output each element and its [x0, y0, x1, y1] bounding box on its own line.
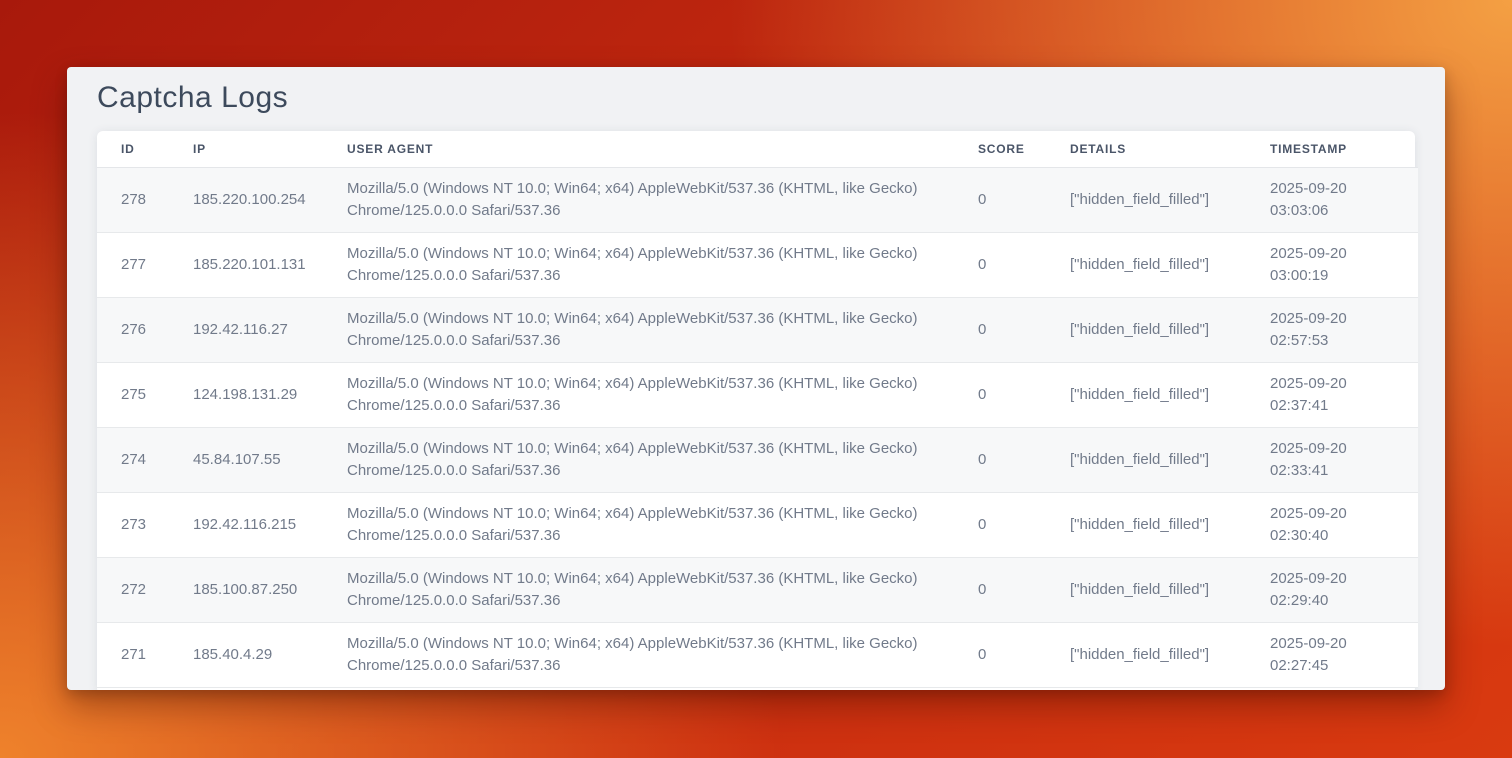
cell-id: 277: [97, 232, 169, 297]
cell-ip: 185.220.101.131: [169, 232, 323, 297]
column-header-user-agent: USER AGENT: [323, 131, 954, 167]
captcha-logs-table: ID IP USER AGENT SCORE DETAILS TIMESTAMP…: [97, 131, 1418, 688]
cell-ip: 45.84.107.55: [169, 427, 323, 492]
cell-user-agent: Mozilla/5.0 (Windows NT 10.0; Win64; x64…: [323, 427, 954, 492]
cell-ip: 192.42.116.215: [169, 492, 323, 557]
page-title: Captcha Logs: [97, 79, 1415, 117]
cell-details: ["hidden_field_filled"]: [1046, 427, 1246, 492]
cell-ip: 185.100.87.250: [169, 557, 323, 622]
cell-timestamp: 2025-09-20 03:00:19: [1246, 232, 1418, 297]
table-row: 277 185.220.101.131 Mozilla/5.0 (Windows…: [97, 232, 1418, 297]
cell-score: 0: [954, 167, 1046, 232]
cell-score: 0: [954, 427, 1046, 492]
cell-details: ["hidden_field_filled"]: [1046, 297, 1246, 362]
table-row: 278 185.220.100.254 Mozilla/5.0 (Windows…: [97, 167, 1418, 232]
cell-details: ["hidden_field_filled"]: [1046, 492, 1246, 557]
table-row: 274 45.84.107.55 Mozilla/5.0 (Windows NT…: [97, 427, 1418, 492]
cell-id: 275: [97, 362, 169, 427]
cell-timestamp: 2025-09-20 02:29:40: [1246, 557, 1418, 622]
cell-user-agent: Mozilla/5.0 (Windows NT 10.0; Win64; x64…: [323, 492, 954, 557]
table-row: 271 185.40.4.29 Mozilla/5.0 (Windows NT …: [97, 622, 1418, 687]
column-header-id: ID: [97, 131, 169, 167]
cell-id: 274: [97, 427, 169, 492]
cell-details: ["hidden_field_filled"]: [1046, 362, 1246, 427]
cell-timestamp: 2025-09-20 02:30:40: [1246, 492, 1418, 557]
cell-ip: 124.198.131.29: [169, 362, 323, 427]
cell-id: 271: [97, 622, 169, 687]
cell-user-agent: Mozilla/5.0 (Windows NT 10.0; Win64; x64…: [323, 362, 954, 427]
cell-details: ["hidden_field_filled"]: [1046, 232, 1246, 297]
cell-score: 0: [954, 362, 1046, 427]
cell-timestamp: 2025-09-20 02:37:41: [1246, 362, 1418, 427]
cell-user-agent: Mozilla/5.0 (Windows NT 10.0; Win64; x64…: [323, 557, 954, 622]
captcha-logs-table-container: ID IP USER AGENT SCORE DETAILS TIMESTAMP…: [97, 131, 1415, 690]
column-header-timestamp: TIMESTAMP: [1246, 131, 1418, 167]
cell-timestamp: 2025-09-20 02:33:41: [1246, 427, 1418, 492]
cell-user-agent: Mozilla/5.0 (Windows NT 10.0; Win64; x64…: [323, 622, 954, 687]
cell-ip: 185.220.100.254: [169, 167, 323, 232]
cell-id: 272: [97, 557, 169, 622]
table-row: 272 185.100.87.250 Mozilla/5.0 (Windows …: [97, 557, 1418, 622]
cell-id: 276: [97, 297, 169, 362]
table-row: 275 124.198.131.29 Mozilla/5.0 (Windows …: [97, 362, 1418, 427]
table-row: 276 192.42.116.27 Mozilla/5.0 (Windows N…: [97, 297, 1418, 362]
cell-details: ["hidden_field_filled"]: [1046, 167, 1246, 232]
cell-score: 0: [954, 297, 1046, 362]
cell-timestamp: 2025-09-20 02:27:45: [1246, 622, 1418, 687]
column-header-details: DETAILS: [1046, 131, 1246, 167]
cell-user-agent: Mozilla/5.0 (Windows NT 10.0; Win64; x64…: [323, 297, 954, 362]
cell-user-agent: Mozilla/5.0 (Windows NT 10.0; Win64; x64…: [323, 232, 954, 297]
cell-id: 273: [97, 492, 169, 557]
cell-details: ["hidden_field_filled"]: [1046, 622, 1246, 687]
cell-score: 0: [954, 232, 1046, 297]
column-header-score: SCORE: [954, 131, 1046, 167]
column-header-ip: IP: [169, 131, 323, 167]
cell-details: ["hidden_field_filled"]: [1046, 557, 1246, 622]
captcha-logs-card: Captcha Logs ID IP USER AGENT SCORE DETA…: [67, 67, 1445, 690]
cell-timestamp: 2025-09-20 03:03:06: [1246, 167, 1418, 232]
cell-ip: 185.40.4.29: [169, 622, 323, 687]
cell-score: 0: [954, 622, 1046, 687]
table-header-row: ID IP USER AGENT SCORE DETAILS TIMESTAMP: [97, 131, 1418, 167]
table-row: 273 192.42.116.215 Mozilla/5.0 (Windows …: [97, 492, 1418, 557]
cell-score: 0: [954, 557, 1046, 622]
cell-id: 278: [97, 167, 169, 232]
cell-score: 0: [954, 492, 1046, 557]
cell-timestamp: 2025-09-20 02:57:53: [1246, 297, 1418, 362]
cell-ip: 192.42.116.27: [169, 297, 323, 362]
cell-user-agent: Mozilla/5.0 (Windows NT 10.0; Win64; x64…: [323, 167, 954, 232]
